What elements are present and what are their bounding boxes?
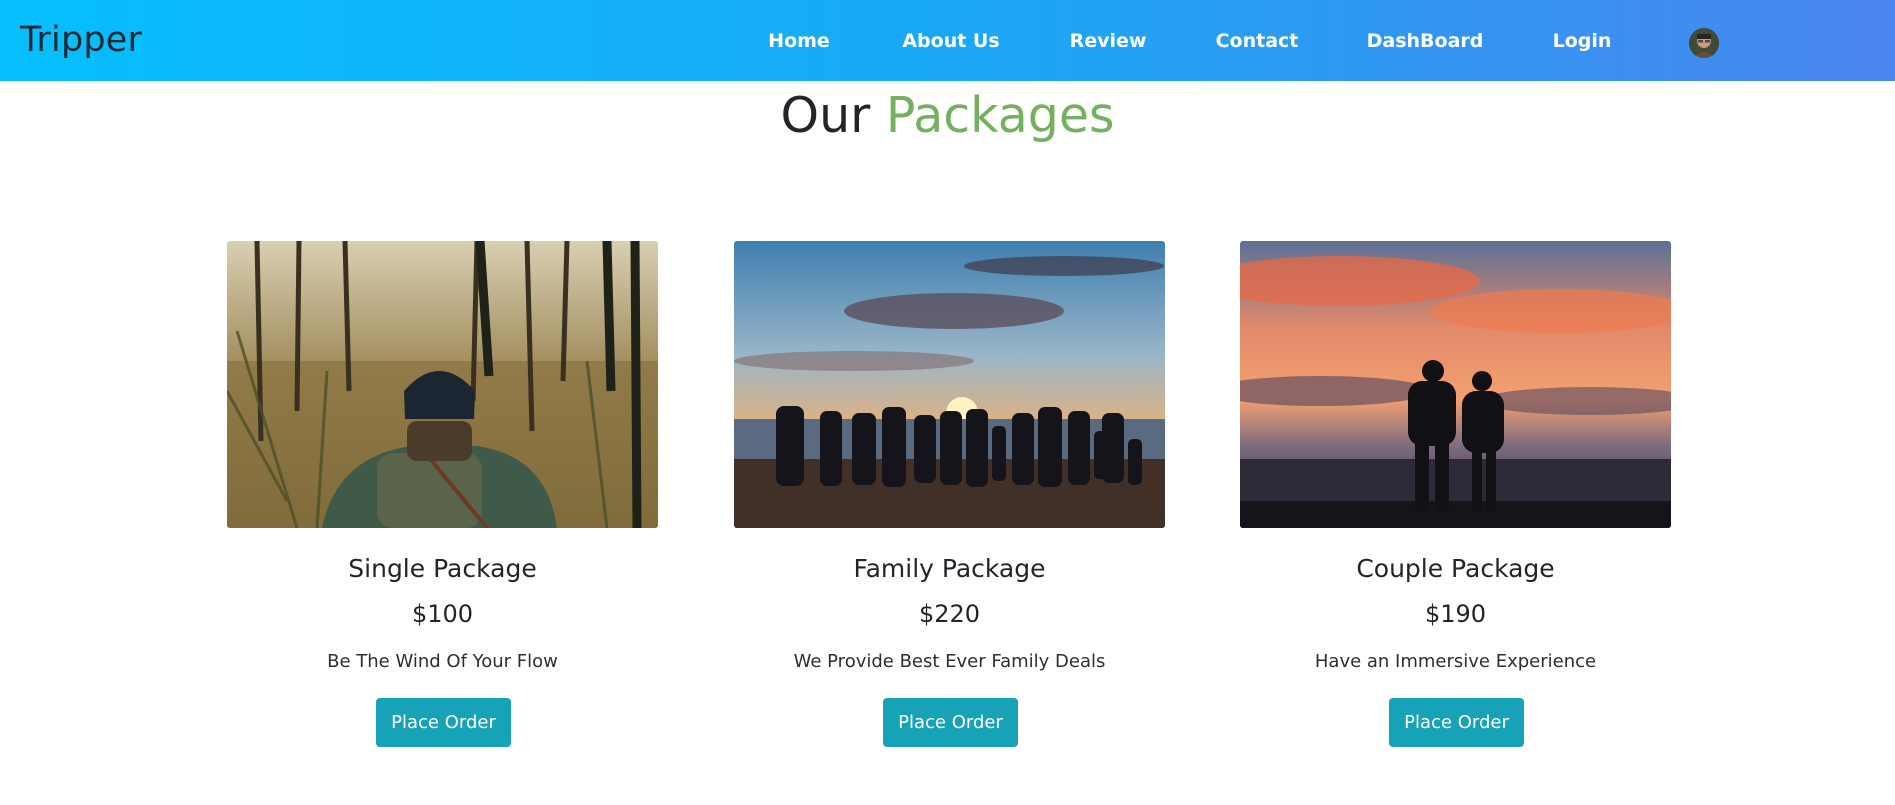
hiker-in-forest-photo [227,241,658,528]
package-title: Family Package [853,554,1046,583]
brand-logo[interactable]: Tripper [20,18,142,62]
nav-link-dashboard[interactable]: DashBoard [1367,28,1484,54]
package-description: Be The Wind Of Your Flow [327,651,558,672]
package-title: Couple Package [1356,554,1555,583]
package-description: We Provide Best Ever Family Deals [793,651,1106,672]
package-card-couple: Couple Package $190 Have an Immersive Ex… [1240,241,1671,747]
package-card-family: Family Package $220 We Provide Best Ever… [734,241,1165,747]
package-price: $220 [918,600,981,628]
nav-link-home[interactable]: Home [768,28,830,54]
packages-heading: Our Packages [0,84,1895,148]
package-description: Have an Immersive Experience [1314,651,1597,672]
place-order-button[interactable]: Place Order [883,698,1018,747]
package-title: Single Package [348,554,537,583]
heading-part-packages: Packages [885,87,1115,144]
package-card-single: Single Package $100 Be The Wind Of Your … [227,241,658,747]
package-price: $100 [411,600,474,628]
package-price: $190 [1424,600,1487,628]
nav-link-login[interactable]: Login [1553,28,1612,54]
nav-link-contact[interactable]: Contact [1216,28,1299,54]
family-beach-sunset-photo [734,241,1165,528]
place-order-button[interactable]: Place Order [1389,698,1524,747]
heading-part-our: Our [780,87,871,144]
avatar-icon [1689,28,1719,58]
user-avatar[interactable] [1689,28,1719,58]
place-order-button[interactable]: Place Order [376,698,511,747]
couple-sunset-photo [1240,241,1671,528]
nav-link-review[interactable]: Review [1070,28,1147,54]
nav-link-about-us[interactable]: About Us [902,28,999,54]
top-navbar: Tripper Home About Us Review Contact Das… [0,0,1895,81]
